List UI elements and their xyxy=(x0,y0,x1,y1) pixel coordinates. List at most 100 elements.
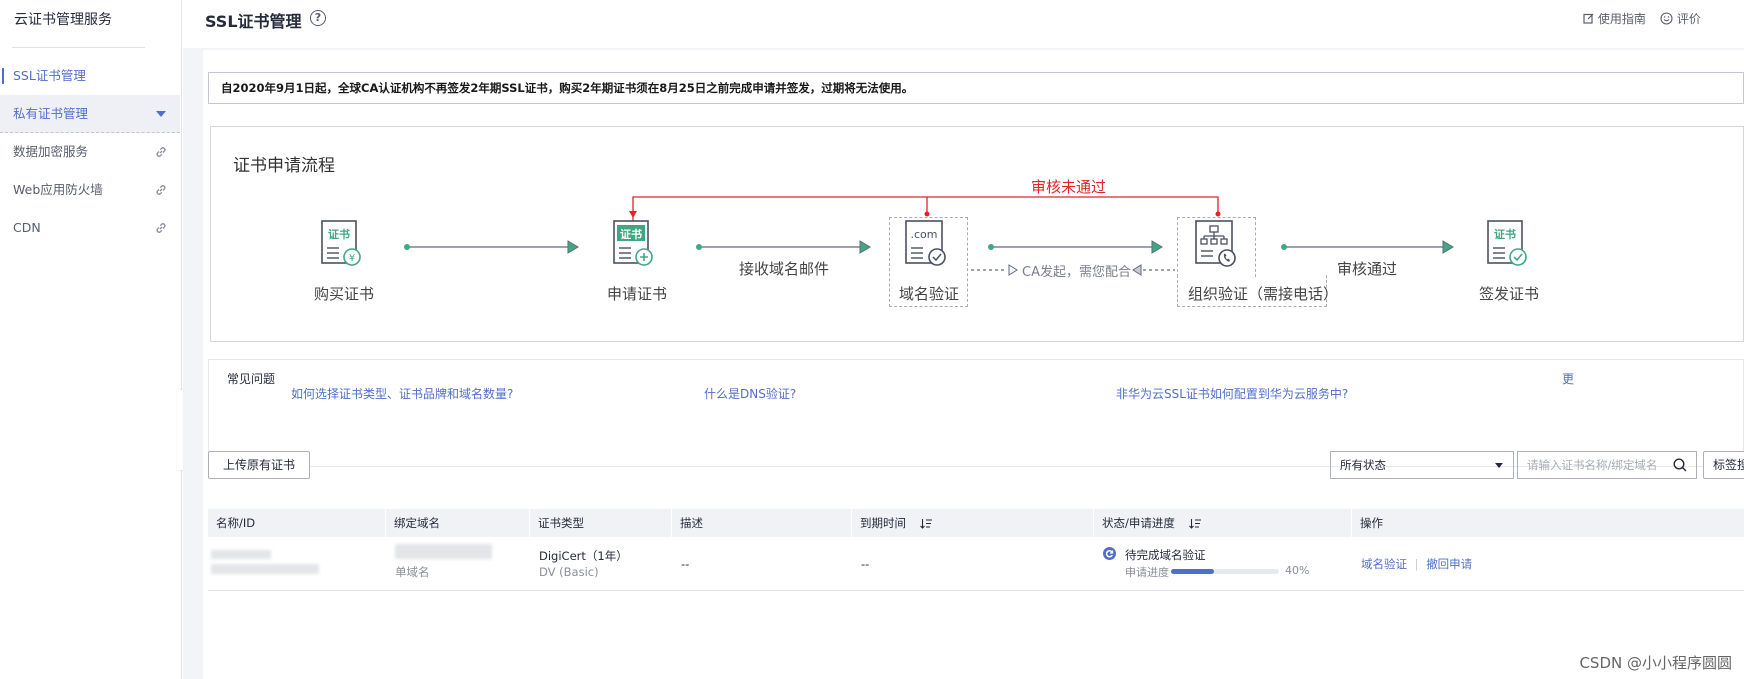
approved-label: 审核通过 xyxy=(1337,260,1398,278)
svg-text:证书: 证书 xyxy=(1494,227,1516,241)
column-header-domain: 绑定域名 xyxy=(386,509,530,537)
app-root: { "sidebar": { "title": "云证书管理服务", "item… xyxy=(0,0,1744,679)
step-label-apply: 申请证书 xyxy=(607,285,668,303)
faq-more-link[interactable]: 更 xyxy=(1562,370,1574,387)
sidebar-item-private-cert[interactable]: 私有证书管理 xyxy=(0,95,180,133)
bound-domain-redacted xyxy=(395,544,492,559)
action-separator: | xyxy=(1414,557,1419,571)
cert-type: DigiCert（1年） xyxy=(539,549,628,563)
status-text: 待完成域名验证 xyxy=(1125,548,1206,562)
connector-dot xyxy=(696,244,702,250)
step-label-buy: 购买证书 xyxy=(314,285,375,303)
connector-arrowhead xyxy=(1442,240,1454,254)
page-title: SSL证书管理 xyxy=(205,12,302,31)
column-header-desc: 描述 xyxy=(672,509,852,537)
connector-arrowhead xyxy=(859,240,871,254)
progress-bar xyxy=(1171,569,1279,574)
ca-arrowhead-right xyxy=(1008,264,1018,276)
domain-type: 单域名 xyxy=(395,565,430,579)
smile-icon xyxy=(1660,12,1673,25)
content-panel: 自2020年9月1日起，全球CA认证机构不再签发2年期SSL证书，购买2年期证书… xyxy=(203,50,1744,679)
faq-link[interactable]: 非华为云SSL证书如何配置到华为云服务中? xyxy=(1116,385,1348,402)
guide-label: 使用指南 xyxy=(1597,12,1646,26)
faq-link[interactable]: 什么是DNS验证? xyxy=(704,385,796,402)
upload-cert-button[interactable]: 上传原有证书 xyxy=(208,451,310,479)
sidebar-item-label: 私有证书管理 xyxy=(13,106,89,121)
svg-text:证书: 证书 xyxy=(328,227,350,241)
sidebar-item-ssl[interactable]: SSL证书管理 xyxy=(0,57,180,95)
sidebar-item-data-encryption[interactable]: 数据加密服务 xyxy=(0,133,180,171)
link-icon xyxy=(156,185,166,195)
expire-time: -- xyxy=(861,557,870,571)
tag-search-button[interactable]: 标签搜索 xyxy=(1703,451,1744,479)
connector-dot xyxy=(988,244,994,250)
main-area: SSL证书管理 ? 使用指南 评价 自2020年9月1日起，全球CA认证机构不再… xyxy=(183,0,1744,679)
edit-icon xyxy=(1583,13,1594,24)
column-header-actions: 操作 xyxy=(1360,516,1383,530)
column-header-label: 到期时间 xyxy=(860,516,906,530)
svg-text:¥: ¥ xyxy=(349,253,355,264)
cert-plus-icon: 证书 xyxy=(613,220,653,266)
ca-arrowhead-left xyxy=(1132,264,1142,276)
notice-banner: 自2020年9月1日起，全球CA认证机构不再签发2年期SSL证书，购买2年期证书… xyxy=(208,72,1744,104)
guide-link[interactable]: 使用指南 xyxy=(1583,10,1646,27)
search-box xyxy=(1517,451,1697,479)
reject-dot xyxy=(924,211,930,217)
status-select[interactable]: 所有状态 xyxy=(1330,451,1514,479)
sidebar: 云证书管理服务 SSL证书管理 私有证书管理 数据加密服务 Web应用防火墙 C… xyxy=(0,0,182,679)
actions-cell: 域名验证 | 撤回申请 xyxy=(1361,556,1472,572)
step-label-domain: 域名验证 xyxy=(899,285,960,303)
ca-label: CA发起，需您配合 xyxy=(1022,265,1131,280)
sort-icon[interactable] xyxy=(919,518,933,529)
email-label: 接收域名邮件 xyxy=(739,260,830,278)
pending-status-icon xyxy=(1103,547,1116,560)
cert-name-redacted xyxy=(211,550,271,559)
connector-dot xyxy=(1281,244,1287,250)
faq-link[interactable]: 如何选择证书类型、证书品牌和域名数量? xyxy=(291,385,513,402)
connector-dot xyxy=(404,244,410,250)
connector-arrowhead xyxy=(567,240,579,254)
column-header-type: 证书类型 xyxy=(530,509,672,537)
cert-id-redacted xyxy=(211,564,319,574)
progress-label: 申请进度 xyxy=(1125,566,1169,579)
reject-dot xyxy=(1215,211,1221,217)
connector-arrowhead xyxy=(1151,240,1163,254)
svg-text:证书: 证书 xyxy=(620,227,642,241)
chevron-down-icon xyxy=(1495,463,1503,468)
step-label-org: 组织验证（需接电话） xyxy=(1188,285,1339,303)
process-flow: 证书申请流程 证书 ¥ 证书 .com 证书 审核未通过 接收域名邮件 CA发起… xyxy=(210,126,1744,342)
cert-type-sub: DV (Basic) xyxy=(539,565,599,579)
link-icon xyxy=(156,223,166,233)
sidebar-item-waf[interactable]: Web应用防火墙 xyxy=(0,171,180,209)
column-header-label: 状态/申请进度 xyxy=(1102,516,1175,530)
sidebar-item-label: SSL证书管理 xyxy=(13,68,86,83)
sidebar-item-label: CDN xyxy=(13,220,41,235)
column-header-name: 名称/ID xyxy=(208,509,386,537)
description: -- xyxy=(681,557,690,571)
cert-yen-icon: 证书 ¥ xyxy=(321,220,361,266)
column-header-expire[interactable]: 到期时间 xyxy=(852,509,1094,537)
rate-link[interactable]: 评价 xyxy=(1660,10,1701,27)
sidebar-item-cdn[interactable]: CDN xyxy=(0,209,180,247)
column-header-status[interactable]: 状态/申请进度 xyxy=(1094,509,1352,537)
cert-issued-icon: 证书 xyxy=(1487,220,1527,266)
sidebar-item-label: Web应用防火墙 xyxy=(13,182,103,197)
search-icon[interactable] xyxy=(1673,458,1687,472)
sidebar-item-label: 数据加密服务 xyxy=(13,144,89,159)
link-icon xyxy=(156,147,166,157)
search-input[interactable] xyxy=(1518,452,1663,478)
faq-heading: 常见问题 xyxy=(227,372,276,386)
reject-arrowhead xyxy=(629,211,637,218)
sidebar-divider xyxy=(12,47,145,48)
domain-verify-link[interactable]: 域名验证 xyxy=(1361,557,1407,571)
withdraw-application-link[interactable]: 撤回申请 xyxy=(1426,557,1472,571)
rejected-label: 审核未通过 xyxy=(1031,178,1107,196)
table-row: 单域名 DigiCert（1年） DV (Basic) -- -- 待完成域名验… xyxy=(208,537,1744,591)
watermark: CSDN @小小程序圆圆 xyxy=(1579,654,1732,672)
sort-icon[interactable] xyxy=(1188,518,1202,529)
status-select-value: 所有状态 xyxy=(1340,458,1386,472)
help-icon[interactable]: ? xyxy=(310,10,326,26)
caret-down-icon xyxy=(156,111,166,117)
rate-label: 评价 xyxy=(1676,12,1701,26)
table-header: 名称/ID 绑定域名 证书类型 描述 到期时间 状态/申请进度 操作 xyxy=(208,509,1744,537)
